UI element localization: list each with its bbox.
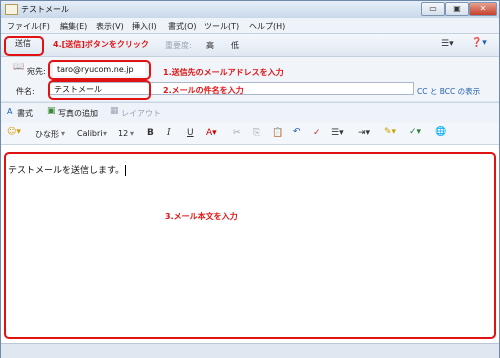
menu-help[interactable]: ヘルプ(H) bbox=[249, 21, 285, 32]
menu-bar: ファイル(F) 編集(E) 表示(V) 挿入(I) 書式(O) ツール(T) ヘ… bbox=[1, 18, 499, 34]
close-button[interactable]: ✕ bbox=[469, 2, 497, 16]
format-icon[interactable]: A bbox=[7, 107, 12, 116]
photo-icon[interactable]: ▣ bbox=[47, 106, 56, 116]
globe-icon[interactable]: 🌐 bbox=[435, 127, 446, 137]
help-icon[interactable]: ❓▾ bbox=[471, 38, 487, 48]
priority-label: 重要度: bbox=[165, 41, 192, 50]
priority-high-button[interactable]: 高 bbox=[206, 40, 214, 51]
bullet-list-icon[interactable]: ☰▾ bbox=[331, 128, 344, 138]
compose-window: テストメール ▭ ▣ ✕ ファイル(F) 編集(E) 表示(V) 挿入(I) 書… bbox=[0, 0, 500, 358]
body-highlight bbox=[4, 152, 496, 339]
address-book-icon[interactable]: 📖 bbox=[13, 62, 24, 72]
cc-bcc-link[interactable]: CC と BCC の表示 bbox=[417, 86, 480, 97]
style-dropdown-arrow-icon[interactable]: ▾ bbox=[61, 129, 65, 138]
underline-button[interactable]: U bbox=[187, 128, 194, 138]
layout-icon: ▦ bbox=[110, 106, 119, 116]
font-size-dropdown[interactable]: 12 bbox=[118, 129, 128, 138]
cut-icon: ✂ bbox=[233, 128, 241, 138]
menu-format[interactable]: 書式(O) bbox=[168, 21, 197, 32]
font-dropdown-arrow-icon[interactable]: ▾ bbox=[103, 129, 107, 138]
menu-tools[interactable]: ツール(T) bbox=[204, 21, 239, 32]
spellcheck-icon[interactable]: ✓ bbox=[313, 128, 321, 138]
priority-low-button[interactable]: 低 bbox=[231, 40, 239, 51]
insert-link-icon[interactable]: ✓▾ bbox=[409, 127, 421, 137]
format-button[interactable]: 書式 bbox=[17, 108, 33, 119]
insert-bar: A 書式 ▣ 写真の追加 ▦ レイアウト bbox=[1, 102, 499, 124]
undo-icon[interactable]: ↶ bbox=[293, 127, 301, 137]
subject-label: 件名: bbox=[16, 87, 35, 96]
copy-icon: ⎘ bbox=[253, 128, 261, 138]
to-highlight bbox=[48, 60, 151, 80]
menu-edit[interactable]: 編集(E) bbox=[60, 21, 87, 32]
to-label: 宛先: bbox=[27, 67, 46, 76]
menu-file[interactable]: ファイル(F) bbox=[7, 21, 50, 32]
menu-insert[interactable]: 挿入(I) bbox=[132, 21, 157, 32]
font-color-icon[interactable]: A▾ bbox=[206, 128, 217, 138]
font-dropdown[interactable]: Calibri bbox=[77, 129, 103, 138]
layout-button: レイアウト bbox=[121, 109, 161, 118]
formatting-toolbar: ☺▾ ひな形 ▾ Calibri ▾ 12 ▾ B I U A▾ ✂ ⎘ 📋 ↶… bbox=[1, 123, 499, 145]
minimize-button[interactable]: ▭ bbox=[421, 2, 445, 16]
annotation-body: 3.メール本文を入力 bbox=[165, 212, 238, 221]
subject-highlight bbox=[48, 80, 151, 100]
bold-button[interactable]: B bbox=[147, 128, 154, 138]
annotation-send: 4.[送信]ボタンをクリック bbox=[53, 40, 149, 49]
italic-button[interactable]: I bbox=[167, 128, 171, 138]
menu-view[interactable]: 表示(V) bbox=[96, 21, 124, 32]
annotation-to: 1.送信先のメールアドレスを入力 bbox=[163, 68, 284, 77]
send-highlight bbox=[4, 36, 44, 56]
add-photo-button[interactable]: 写真の追加 bbox=[58, 108, 98, 119]
mail-icon bbox=[5, 4, 18, 15]
window-title: テストメール bbox=[21, 5, 69, 14]
list-view-icon[interactable]: ☰▾ bbox=[441, 39, 454, 49]
style-dropdown[interactable]: ひな形 bbox=[35, 129, 59, 140]
indent-icon[interactable]: ⇥▾ bbox=[358, 128, 370, 138]
highlight-icon[interactable]: ✎▾ bbox=[384, 127, 396, 137]
status-bar bbox=[1, 343, 499, 358]
title-bar: テストメール ▭ ▣ ✕ bbox=[1, 1, 499, 18]
font-size-arrow-icon[interactable]: ▾ bbox=[130, 129, 134, 138]
emoticon-icon[interactable]: ☺▾ bbox=[7, 127, 21, 137]
maximize-button[interactable]: ▣ bbox=[445, 2, 469, 16]
paste-icon[interactable]: 📋 bbox=[272, 128, 283, 138]
annotation-subject: 2.メールの件名を入力 bbox=[163, 86, 244, 95]
